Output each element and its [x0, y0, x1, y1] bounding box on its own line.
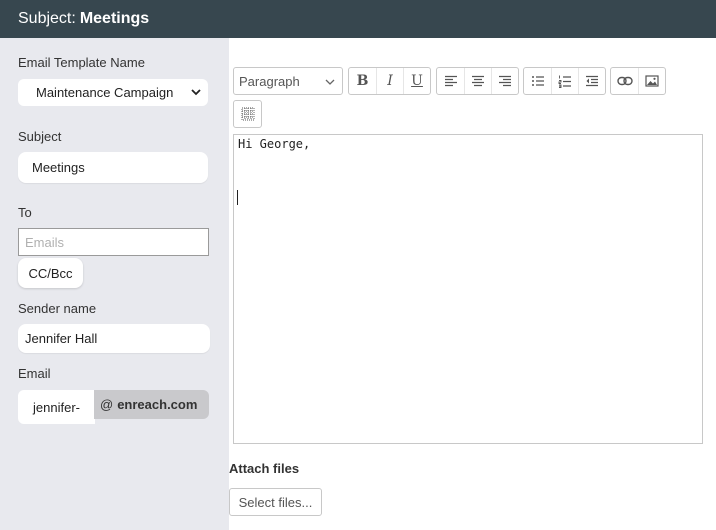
sender-name-label: Sender name [18, 301, 97, 316]
insert-link-button[interactable] [611, 68, 638, 94]
block-format-value: Paragraph [239, 73, 300, 89]
header-subject-prefix: Subject: [18, 10, 76, 27]
table-group [233, 100, 262, 128]
align-right-icon [499, 75, 511, 87]
bullet-list-icon [531, 76, 544, 86]
insert-group [610, 67, 666, 95]
subject-field-value: Meetings [32, 160, 85, 175]
editor-text: Hi George, [238, 137, 311, 151]
insert-image-button[interactable] [638, 68, 665, 94]
sender-name-value: Jennifer Hall [25, 331, 98, 346]
header-subject-value: Meetings [79, 10, 150, 27]
italic-button[interactable]: I [376, 68, 403, 94]
list-group [523, 67, 606, 95]
email-local-field[interactable]: jennifer- [18, 390, 95, 424]
italic-icon: I [387, 73, 393, 89]
bold-button[interactable]: B [349, 68, 376, 94]
page-header: Subject: Meetings [0, 0, 716, 38]
subject-field[interactable]: Meetings [18, 152, 208, 183]
chevron-down-icon [191, 89, 201, 96]
email-domain-addon: @ enreach.com [94, 390, 209, 419]
image-icon [645, 75, 659, 87]
block-format-select[interactable]: Paragraph [233, 67, 343, 95]
align-group [436, 67, 519, 95]
numbered-list-button[interactable] [551, 68, 578, 94]
numbered-list-icon [558, 75, 571, 88]
align-center-button[interactable] [464, 68, 491, 94]
template-select-value: Maintenance Campaign [36, 85, 174, 100]
to-emails-input[interactable] [18, 228, 209, 256]
template-name-label: Email Template Name [18, 55, 145, 70]
outdent-button[interactable] [578, 68, 605, 94]
table-icon [241, 107, 254, 121]
cc-bcc-button[interactable]: CC/Bcc [18, 258, 83, 288]
link-icon [616, 76, 633, 86]
template-select[interactable]: Maintenance Campaign [18, 79, 208, 106]
insert-table-button[interactable] [234, 101, 261, 127]
email-domain-value: enreach.com [117, 397, 198, 412]
text-style-group: B I U [348, 67, 431, 95]
align-left-icon [444, 75, 457, 87]
subject-label: Subject [18, 129, 62, 144]
email-at-sign: @ [100, 397, 114, 412]
sender-name-field[interactable]: Jennifer Hall [18, 324, 210, 353]
chevron-down-icon [325, 79, 335, 85]
attach-files-label: Attach files [229, 461, 300, 476]
email-local-value: jennifer- [33, 399, 80, 415]
select-files-label: Select files... [238, 494, 313, 510]
email-label: Email [18, 366, 51, 381]
align-center-icon [472, 75, 484, 87]
align-left-button[interactable] [437, 68, 464, 94]
message-editor[interactable]: Hi George, [233, 134, 703, 444]
bold-icon: B [356, 73, 369, 89]
underline-icon: U [411, 73, 423, 89]
cc-bcc-label: CC/Bcc [28, 265, 73, 281]
select-files-button[interactable]: Select files... [229, 488, 322, 516]
align-right-button[interactable] [491, 68, 518, 94]
outdent-icon [586, 75, 598, 87]
underline-button[interactable]: U [403, 68, 430, 94]
text-caret [237, 190, 238, 205]
bullet-list-button[interactable] [524, 68, 551, 94]
to-label: To [18, 205, 32, 220]
